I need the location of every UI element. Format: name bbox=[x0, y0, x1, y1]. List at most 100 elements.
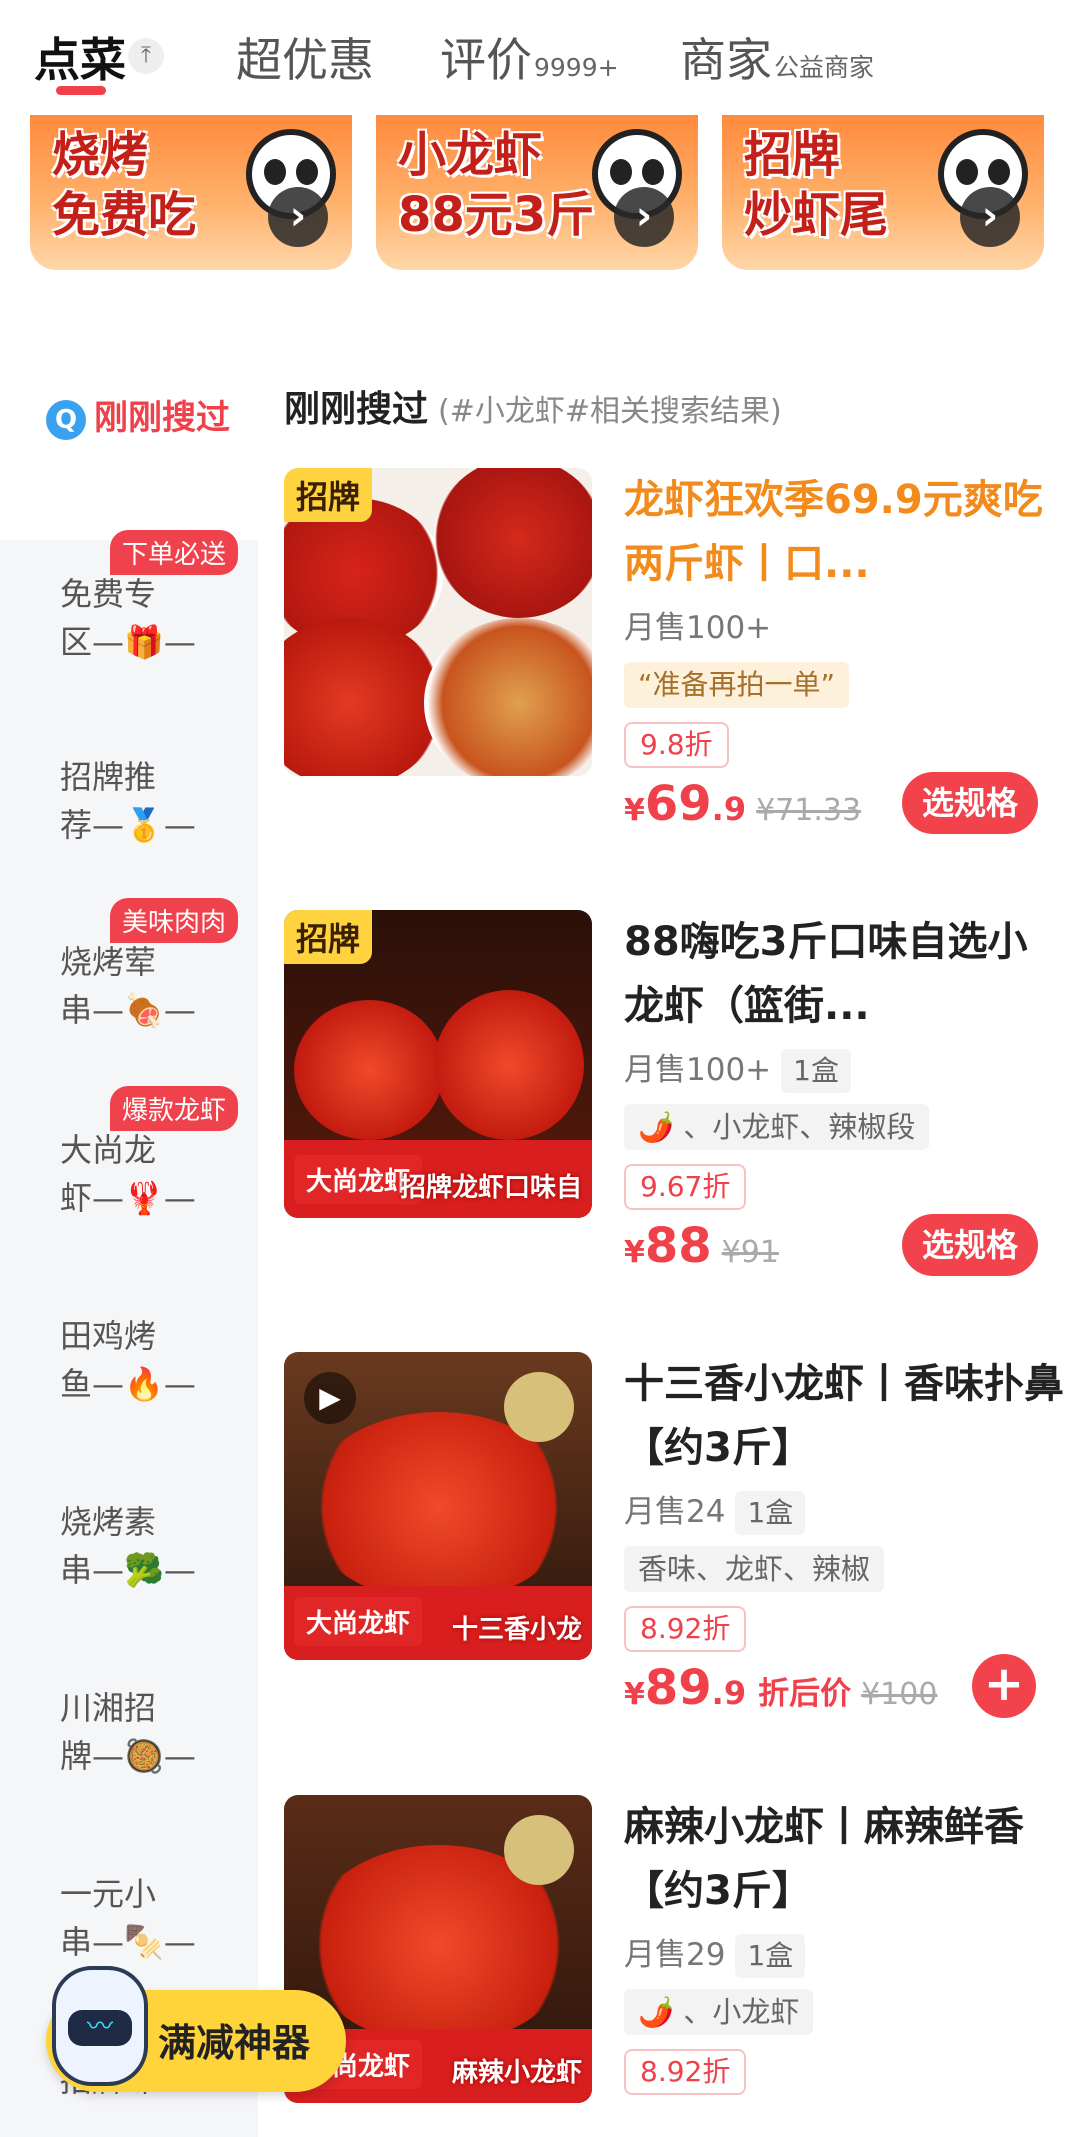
product-image[interactable]: 招牌 大尚龙虾 招牌龙虾口味自 bbox=[284, 910, 592, 1218]
tab-reviews[interactable]: 评价9999+ bbox=[440, 24, 619, 90]
product-info: 龙虾狂欢季69.9元爽吃两斤虾丨口... 月售100+ “准备再拍一单” 9.8… bbox=[624, 468, 1064, 846]
promo-banner-crayfish[interactable]: 小龙虾 88元3斤 › bbox=[376, 115, 698, 270]
original-price: ¥100 bbox=[861, 1677, 938, 1712]
sidebar-item-label: 田鸡烤 鱼—🔥— bbox=[60, 1317, 196, 1403]
product-image[interactable]: 招牌 bbox=[284, 468, 592, 776]
product-card[interactable]: 招牌 大尚龙虾 招牌龙虾口味自 88嗨吃3斤口味自选小龙虾（篮街... 月售10… bbox=[284, 910, 1080, 1330]
tab-deals[interactable]: 超优惠 bbox=[236, 24, 374, 90]
plus-icon[interactable]: + bbox=[972, 1654, 1036, 1718]
chevron-right-icon[interactable]: › bbox=[614, 187, 674, 247]
product-info: 麻辣小龙虾丨麻辣鲜香【约3斤】 月售29 1盒 🌶️ 、小龙虾 8.92折 bbox=[624, 1795, 1064, 2095]
sidebar-item-sichuan[interactable]: 川湘招 牌—🥘— bbox=[0, 1654, 258, 1834]
tab-order[interactable]: 点菜 bbox=[34, 24, 126, 90]
sidebar-item-frog-fish[interactable]: 田鸡烤 鱼—🔥— bbox=[0, 1282, 258, 1462]
sidebar-badge: 下单必送 bbox=[110, 530, 239, 575]
sidebar-item-label: 川湘招 牌—🥘— bbox=[60, 1689, 196, 1775]
sidebar-item-label: 免费专 区—🎁— bbox=[60, 575, 196, 661]
sidebar-item-label: 烧烤素 串—🥦— bbox=[60, 1503, 196, 1589]
after-discount-label: 折后价 bbox=[758, 1676, 852, 1712]
product-name: 88嗨吃3斤口味自选小龙虾（篮街... bbox=[624, 919, 1028, 1029]
tab-order-label: 点菜 bbox=[34, 33, 126, 87]
robot-mascot-icon bbox=[52, 1966, 148, 2086]
product-unit: 1盒 bbox=[735, 1491, 806, 1535]
discount-helper-label: 满减神器 bbox=[158, 2021, 311, 2065]
tab-merchant[interactable]: 商家公益商家 bbox=[680, 24, 874, 90]
select-spec-button[interactable]: 选规格 bbox=[901, 772, 1038, 834]
sidebar-item-label: 招牌推 荐—🥇— bbox=[60, 758, 196, 844]
product-unit: 1盒 bbox=[735, 1934, 806, 1978]
product-card[interactable]: ▶ 大尚龙虾 十三香小龙 十三香小龙虾丨香味扑鼻【约3斤】 月售24 1盒 香味、… bbox=[284, 1352, 1080, 1772]
tab-reviews-count: 9999+ bbox=[534, 53, 619, 82]
product-name: 麻辣小龙虾丨麻辣鲜香【约3斤】 bbox=[624, 1804, 1024, 1914]
tab-reviews-label: 评价 bbox=[440, 33, 532, 87]
signature-tag: 招牌 bbox=[284, 910, 373, 964]
sidebar-item-recommend[interactable]: 招牌推 荐—🥇— bbox=[0, 723, 258, 903]
image-caption: 麻辣小龙虾 bbox=[451, 2058, 582, 2088]
product-ingredients: 🌶️ 、小龙虾 bbox=[624, 1989, 814, 2035]
banner-text: 烧烤 免费吃 bbox=[52, 127, 197, 243]
product-image[interactable]: ▶ 大尚龙虾 十三香小龙 bbox=[284, 1352, 592, 1660]
product-ingredients: 🌶️ 、小龙虾、辣椒段 bbox=[624, 1104, 930, 1150]
chevron-right-icon[interactable]: › bbox=[268, 187, 328, 247]
sidebar-item-label: 烧烤荤 串—🍖— bbox=[60, 943, 196, 1029]
sidebar-badge: 爆款龙虾 bbox=[110, 1086, 239, 1131]
discount-badge: 8.92折 bbox=[624, 1606, 747, 1652]
sidebar-item-crayfish[interactable]: 爆款龙虾 大尚龙 虾—🦞— bbox=[0, 1086, 258, 1276]
sidebar-item-recent[interactable]: Q 刚刚搜过 bbox=[46, 394, 246, 442]
discount-badge: 9.67折 bbox=[624, 1164, 747, 1210]
product-sales: 月售29 1盒 bbox=[624, 1931, 1064, 1979]
sidebar-item-label: 刚刚搜过 bbox=[94, 398, 230, 438]
original-price: ¥91 bbox=[721, 1235, 779, 1270]
product-price: ¥89.9 折后价 ¥100 bbox=[624, 1660, 938, 1716]
banner-text: 招牌 炒虾尾 bbox=[744, 127, 889, 243]
sidebar-list: 下单必送 免费专 区—🎁— 招牌推 荐—🥇— 美味肉肉 烧烤荤 串—🍖— 爆款龙虾 大… bbox=[0, 530, 258, 2137]
signature-tag: 招牌 bbox=[284, 468, 373, 522]
product-sales: 月售100+ bbox=[624, 610, 772, 646]
sidebar-item-bbq-meat[interactable]: 美味肉肉 烧烤荤 串—🍖— bbox=[0, 898, 258, 1088]
sidebar-item-free[interactable]: 下单必送 免费专 区—🎁— bbox=[0, 530, 258, 720]
tab-deals-label: 超优惠 bbox=[236, 33, 374, 87]
price-row: ¥89.9 折后价 ¥100 + bbox=[624, 1654, 1064, 1730]
promo-banner-shrimp-tail[interactable]: 招牌 炒虾尾 › bbox=[722, 115, 1044, 270]
category-sidebar: Q 刚刚搜过 下单必送 免费专 区—🎁— 招牌推 荐—🥇— 美味肉肉 烧烤荤 串—🍖— … bbox=[0, 370, 258, 2137]
sidebar-item-label: 一元小 串—🍢— bbox=[60, 1875, 196, 1961]
product-info: 十三香小龙虾丨香味扑鼻【约3斤】 月售24 1盒 香味、龙虾、辣椒 8.92折 ¥… bbox=[624, 1352, 1064, 1730]
discount-helper-button[interactable]: 满减神器 bbox=[46, 1966, 346, 2092]
search-icon: Q bbox=[46, 399, 86, 440]
chevron-right-icon[interactable]: › bbox=[960, 187, 1020, 247]
price-row: ¥88 ¥91 选规格 bbox=[624, 1214, 1064, 1288]
sidebar-badge: 美味肉肉 bbox=[110, 898, 239, 943]
select-spec-button[interactable]: 选规格 bbox=[901, 1214, 1038, 1276]
discount-badge: 9.8折 bbox=[624, 722, 729, 768]
original-price: ¥71.33 bbox=[756, 793, 862, 828]
product-ingredients: 香味、龙虾、辣椒 bbox=[624, 1546, 885, 1592]
product-sales: 月售100+ 1盒 bbox=[624, 1046, 1064, 1094]
tab-merchant-sub: 公益商家 bbox=[774, 53, 875, 82]
product-price: ¥69.9 ¥71.33 bbox=[624, 776, 862, 832]
play-icon[interactable]: ▶ bbox=[304, 1372, 356, 1424]
image-caption: 十三香小龙 bbox=[451, 1615, 582, 1645]
arrow-up-icon[interactable]: ⤒ bbox=[128, 38, 164, 74]
brand-logo: 大尚龙虾 bbox=[294, 1597, 423, 1646]
price-row: ¥69.9 ¥71.33 选规格 bbox=[624, 772, 1064, 846]
tab-merchant-label: 商家 bbox=[680, 33, 772, 87]
section-title-text: 刚刚搜过 bbox=[284, 389, 429, 430]
product-sales: 月售24 1盒 bbox=[624, 1488, 1064, 1536]
sidebar-item-bbq-veg[interactable]: 烧烤素 串—🥦— bbox=[0, 1468, 258, 1648]
product-info: 88嗨吃3斤口味自选小龙虾（篮街... 月售100+ 1盒 🌶️ 、小龙虾、辣椒段… bbox=[624, 910, 1064, 1288]
discount-badge: 8.92折 bbox=[624, 2049, 747, 2095]
product-name: 龙虾狂欢季69.9元爽吃两斤虾丨口... bbox=[624, 477, 1043, 587]
active-tab-indicator bbox=[56, 86, 106, 95]
promo-banners: 烧烤 免费吃 › 小龙虾 88元3斤 › 招牌 炒虾尾 › bbox=[0, 115, 1080, 275]
section-title: 刚刚搜过 (#小龙虾#相关搜索结果) bbox=[284, 380, 782, 432]
section-subtitle: (#小龙虾#相关搜索结果) bbox=[438, 394, 782, 429]
product-unit: 1盒 bbox=[781, 1049, 851, 1093]
product-name: 十三香小龙虾丨香味扑鼻【约3斤】 bbox=[624, 1361, 1064, 1471]
promo-banner-bbq[interactable]: 烧烤 免费吃 › bbox=[30, 115, 352, 270]
sidebar-item-label: 大尚龙 虾—🦞— bbox=[60, 1131, 196, 1217]
top-tabs: 点菜 ⤒ 超优惠 评价9999+ 商家公益商家 bbox=[0, 0, 1080, 110]
image-caption: 招牌龙虾口味自 bbox=[399, 1173, 582, 1203]
product-price: ¥88 ¥91 bbox=[624, 1218, 779, 1274]
product-card[interactable]: 大尚龙虾 麻辣小龙虾 麻辣小龙虾丨麻辣鲜香【约3斤】 月售29 1盒 🌶️ 、小龙… bbox=[284, 1795, 1080, 2137]
product-card[interactable]: 招牌 龙虾狂欢季69.9元爽吃两斤虾丨口... 月售100+ “准备再拍一单” … bbox=[284, 468, 1080, 888]
